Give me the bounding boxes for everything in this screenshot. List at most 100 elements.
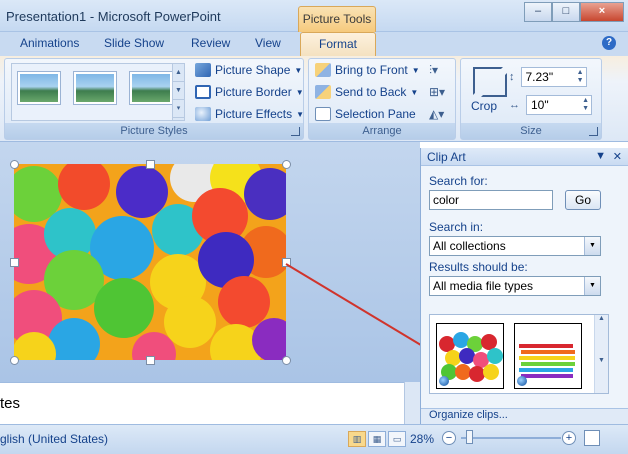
resize-handle[interactable] <box>282 356 291 365</box>
clip-art-pane: Clip Art ▼ ✕ Search for: color Go Search… <box>420 148 628 424</box>
zoom-in-icon[interactable]: + <box>562 431 576 445</box>
zoom-out-icon[interactable]: − <box>442 431 456 445</box>
slide-show-icon[interactable]: ▭ <box>388 431 406 447</box>
go-button[interactable]: Go <box>565 190 601 210</box>
close-pane-icon[interactable]: ✕ <box>613 150 622 163</box>
zoom-slider-knob[interactable] <box>466 430 473 444</box>
tab-slide-show[interactable]: Slide Show <box>104 36 164 50</box>
clip-art-header: Clip Art ▼ ✕ <box>421 148 628 166</box>
gallery-down-icon[interactable]: ▼ <box>173 82 184 100</box>
resize-handle[interactable] <box>10 160 19 169</box>
chevron-down-icon: ▼ <box>294 65 303 75</box>
crop-button[interactable]: Crop <box>463 59 509 121</box>
shape-height-input[interactable]: 7.23" ▲ ▼ <box>520 67 587 87</box>
gallery-more-icon[interactable]: ▾ <box>173 100 184 118</box>
window-title: Presentation1 - Microsoft PowerPoint <box>6 9 221 24</box>
shape-width-value: 10" <box>531 98 549 112</box>
style-thumbnail[interactable] <box>18 72 60 104</box>
picture-shape-label: Picture Shape <box>215 63 291 77</box>
rotate-icon[interactable]: ◭▾ <box>429 107 447 121</box>
picture-tools-context-tab: Picture Tools <box>298 6 376 32</box>
search-input[interactable]: color <box>429 190 553 210</box>
ribbon: ▲ ▼ ▾ Picture Shape ▼ Picture Border ▼ P… <box>0 56 628 142</box>
media-type-select[interactable]: All media file types ▼ <box>429 276 601 296</box>
picture-shape-button[interactable]: Picture Shape ▼ <box>195 63 302 77</box>
selection-pane-label: Selection Pane <box>335 107 416 121</box>
bring-front-icon <box>315 63 331 77</box>
clip-result-balls[interactable] <box>436 323 504 389</box>
results-scrollbar[interactable]: ▲ ▼ <box>594 315 608 393</box>
send-to-back-button[interactable]: Send to Back ▼ <box>315 85 418 99</box>
chevron-down-icon: ▼ <box>410 87 419 97</box>
shape-width-input[interactable]: 10" ▲ ▼ <box>526 95 592 115</box>
picture-styles-label: Picture Styles <box>5 123 303 139</box>
tab-view[interactable]: View <box>255 36 281 50</box>
clip-art-title: Clip Art <box>427 150 466 164</box>
bring-to-front-button[interactable]: Bring to Front ▼ <box>315 63 420 77</box>
resize-handle[interactable] <box>146 160 155 169</box>
fit-slide-icon[interactable] <box>584 430 600 446</box>
notes-pane[interactable]: tes <box>0 382 420 424</box>
chevron-down-icon: ▼ <box>411 65 420 75</box>
effects-icon <box>195 107 211 121</box>
dialog-launcher-icon[interactable] <box>589 127 598 136</box>
selected-picture[interactable] <box>14 164 286 360</box>
pane-options-icon[interactable]: ▼ <box>595 150 606 162</box>
resize-handle[interactable] <box>282 160 291 169</box>
spinner-arrows-icon[interactable]: ▲ ▼ <box>582 97 589 113</box>
tab-animations[interactable]: Animations <box>20 36 79 50</box>
help-icon[interactable]: ? <box>602 36 616 50</box>
chevron-down-icon[interactable]: ▼ <box>584 237 600 255</box>
selection-pane-icon <box>315 107 331 121</box>
clip-type-icon <box>439 376 449 386</box>
minimize-button[interactable]: – <box>524 2 552 22</box>
arrange-group: Bring to Front ▼ Send to Back ▼ Selectio… <box>308 58 456 140</box>
tab-review[interactable]: Review <box>191 36 230 50</box>
picture-effects-button[interactable]: Picture Effects ▼ <box>195 107 304 121</box>
title-bar: Presentation1 - Microsoft PowerPoint Pic… <box>0 0 628 32</box>
gallery-scroll[interactable]: ▲ ▼ ▾ <box>172 64 184 120</box>
zoom-level[interactable]: 28% <box>410 432 434 446</box>
organize-clips-link[interactable]: Organize clips... <box>421 408 628 424</box>
resize-handle[interactable] <box>10 356 19 365</box>
style-thumbnail[interactable] <box>74 72 116 104</box>
clip-result-pencils[interactable] <box>514 323 582 389</box>
style-thumbnail[interactable] <box>130 72 172 104</box>
slide-scrollbar[interactable] <box>404 382 420 424</box>
zoom-slider-track[interactable] <box>461 437 561 439</box>
tab-format[interactable]: Format <box>300 32 377 57</box>
resize-handle[interactable] <box>146 356 155 365</box>
organize-clips-label: Organize clips... <box>429 409 508 421</box>
search-value: color <box>433 193 460 207</box>
width-icon: ↔ <box>509 99 520 111</box>
size-group: Crop ↕ 7.23" ▲ ▼ ↔ 10" ▲ ▼ Size <box>460 58 602 140</box>
chevron-down-icon[interactable]: ▼ <box>584 277 600 295</box>
selection-pane-button[interactable]: Selection Pane <box>315 107 416 121</box>
close-button[interactable]: × <box>580 2 624 22</box>
picture-border-button[interactable]: Picture Border ▼ <box>195 85 304 99</box>
window-controls: – □ × <box>524 2 624 22</box>
crop-icon-part <box>481 73 507 97</box>
align-icon[interactable]: ⫶▾ <box>429 63 447 77</box>
media-type-value: All media file types <box>433 279 534 293</box>
search-in-select[interactable]: All collections ▼ <box>429 236 601 256</box>
spinner-arrows-icon[interactable]: ▲ ▼ <box>577 69 584 85</box>
resize-handle[interactable] <box>10 258 19 267</box>
picture-styles-gallery[interactable]: ▲ ▼ ▾ <box>11 63 185 121</box>
status-bar: glish (United States) ▥ ▦ ▭ 28% − + <box>0 424 628 454</box>
height-icon: ↕ <box>509 71 515 83</box>
shape-width-row: ↔ 10" ▲ ▼ <box>509 95 592 115</box>
colored-pencils-thumbnail <box>519 344 575 378</box>
slide-sorter-icon[interactable]: ▦ <box>368 431 386 447</box>
search-for-label: Search for: <box>429 174 488 188</box>
dialog-launcher-icon[interactable] <box>291 127 300 136</box>
slide-editing-area[interactable] <box>0 142 420 382</box>
group-icon[interactable]: ⊞▾ <box>429 85 447 99</box>
ribbon-tabs: Animations Slide Show Review View Format… <box>0 32 628 57</box>
normal-view-icon[interactable]: ▥ <box>348 431 366 447</box>
gallery-up-icon[interactable]: ▲ <box>173 64 184 82</box>
border-icon <box>195 85 211 99</box>
language-status[interactable]: glish (United States) <box>0 432 108 446</box>
maximize-button[interactable]: □ <box>552 2 580 22</box>
search-in-label: Search in: <box>429 220 484 234</box>
